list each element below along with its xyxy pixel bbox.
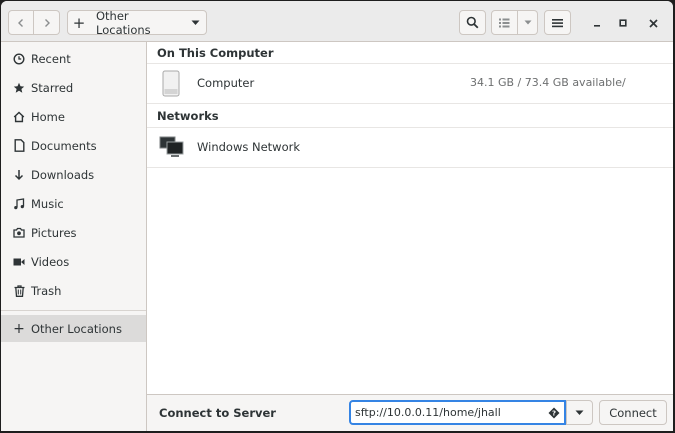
sidebar-divider: [1, 310, 146, 311]
connect-to-server-label: Connect to Server: [159, 406, 276, 420]
chevron-down-icon: [524, 20, 531, 25]
sidebar-item-label: Pictures: [31, 225, 77, 240]
hamburger-menu-icon: [552, 18, 563, 27]
sidebar-item-music[interactable]: Music: [1, 190, 146, 217]
server-address-field[interactable]: ?: [349, 400, 566, 425]
chevron-left-icon: [18, 18, 23, 27]
maximize-icon: [619, 19, 627, 27]
location-space: 34.1 GB / 73.4 GB available: [470, 76, 622, 89]
sidebar-item-documents[interactable]: Documents: [1, 132, 146, 159]
sidebar-item-other-locations[interactable]: + Other Locations: [1, 315, 146, 342]
sidebar-item-starred[interactable]: Starred: [1, 74, 146, 101]
video-icon: [11, 257, 27, 267]
sidebar-item-label: Home: [31, 109, 65, 124]
sidebar-item-label: Other Locations: [31, 321, 122, 336]
chevron-right-icon: [44, 18, 50, 27]
connect-to-server-bar: Connect to Server ? Connect: [147, 394, 673, 431]
trash-icon: [11, 284, 27, 297]
clock-icon: [11, 52, 27, 65]
forward-button[interactable]: [34, 10, 60, 35]
path-dropdown-button[interactable]: [184, 20, 206, 26]
navigation-buttons: [8, 10, 60, 35]
sidebar-item-trash[interactable]: Trash: [1, 277, 146, 304]
home-icon: [11, 111, 27, 123]
plus-icon: +: [13, 320, 25, 337]
sidebar-item-pictures[interactable]: Pictures: [1, 219, 146, 246]
header-bar: + Other Locations: [1, 1, 673, 42]
sidebar-item-videos[interactable]: Videos: [1, 248, 146, 275]
location-row-computer[interactable]: Computer 34.1 GB / 73.4 GB available /: [147, 64, 673, 104]
search-button[interactable]: [459, 10, 486, 35]
section-title-on-this-computer: On This Computer: [157, 46, 274, 60]
view-options: [491, 10, 538, 35]
location-name: Windows Network: [197, 140, 301, 154]
server-history-dropdown[interactable]: [566, 400, 593, 425]
path-location-label: Other Locations: [96, 8, 151, 37]
path-bar[interactable]: + Other Locations: [67, 8, 207, 37]
sidebar: Recent Starred Home Documents Downloads …: [1, 42, 147, 431]
sidebar-item-label: Videos: [31, 254, 70, 269]
chevron-down-icon: [575, 410, 584, 415]
network-icon: [159, 136, 184, 157]
sidebar-item-downloads[interactable]: Downloads: [1, 161, 146, 188]
sidebar-item-recent[interactable]: Recent: [1, 45, 146, 72]
main-menu-button[interactable]: [544, 10, 571, 35]
sidebar-item-label: Downloads: [31, 167, 95, 182]
list-view-button[interactable]: [491, 10, 518, 35]
server-address-input[interactable]: [351, 406, 544, 419]
star-icon: [11, 82, 27, 94]
section-title-networks: Networks: [157, 109, 219, 123]
camera-icon: [11, 227, 27, 238]
document-icon: [11, 139, 27, 152]
list-view-icon: [499, 18, 510, 27]
chevron-down-icon: [191, 20, 199, 25]
places-view: On This Computer Computer 34.1 GB / 73.4…: [147, 42, 673, 394]
help-icon[interactable]: ?: [544, 407, 564, 419]
close-icon: [648, 18, 658, 28]
search-icon: [466, 16, 479, 29]
sidebar-item-label: Music: [31, 196, 64, 211]
maximize-button[interactable]: [612, 12, 634, 34]
sidebar-item-label: Trash: [31, 283, 62, 298]
svg-text:?: ?: [552, 409, 556, 417]
sidebar-item-label: Recent: [31, 51, 71, 66]
location-mount-path: /: [622, 76, 626, 89]
drive-icon: [162, 70, 180, 97]
location-row-windows-network[interactable]: Windows Network: [147, 128, 673, 168]
download-icon: [11, 169, 27, 181]
sidebar-item-label: Starred: [31, 80, 74, 95]
minimize-button[interactable]: [586, 12, 608, 34]
sidebar-item-label: Documents: [31, 138, 97, 153]
file-manager-window: + Other Locations Recent Starred Home Do…: [1, 1, 673, 431]
location-name: Computer: [197, 76, 255, 90]
back-button[interactable]: [8, 10, 34, 35]
close-button[interactable]: [642, 12, 664, 34]
music-icon: [11, 197, 27, 210]
minimize-icon: [594, 25, 600, 27]
plus-icon: +: [72, 13, 86, 32]
connect-button[interactable]: Connect: [599, 400, 667, 425]
sidebar-item-home[interactable]: Home: [1, 103, 146, 130]
view-dropdown-button[interactable]: [518, 10, 538, 35]
